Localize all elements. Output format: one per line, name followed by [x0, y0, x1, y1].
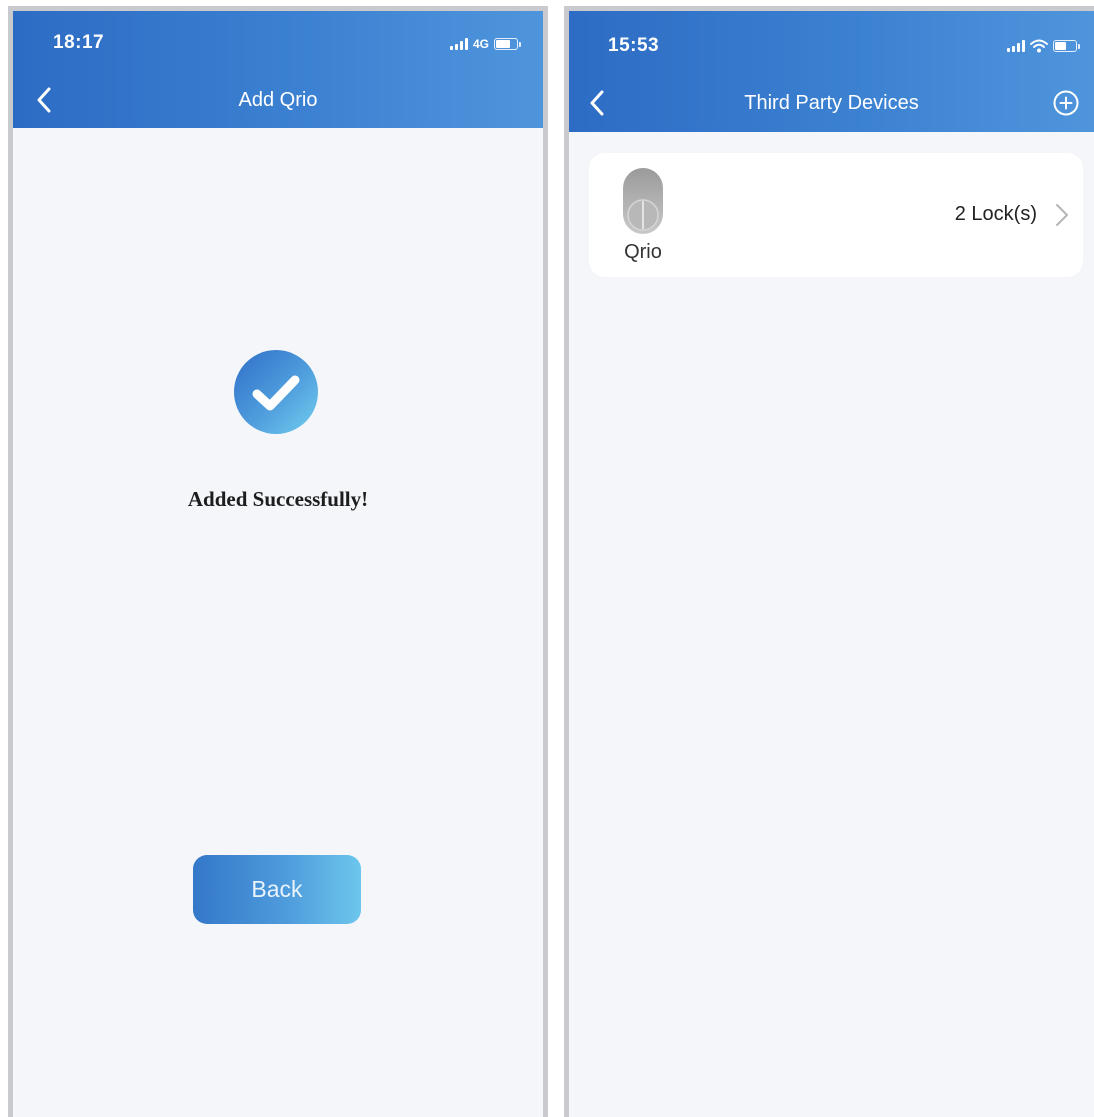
status-indicators: 4G: [449, 35, 521, 53]
back-button[interactable]: Back: [193, 855, 361, 924]
third-party-devices-screen: 15:53 Third Party Devices Qrio 2 Lock(s): [564, 6, 1094, 1117]
wifi-icon: [1030, 39, 1048, 53]
device-name: Qrio: [624, 241, 662, 263]
header: 15:53 Third Party Devices: [569, 11, 1094, 132]
network-label: 4G: [472, 37, 489, 51]
header: 18:17 4G Add Qrio: [13, 11, 543, 128]
chevron-right-icon: [1056, 204, 1068, 226]
signal-icon: [1007, 40, 1025, 52]
page-title: Third Party Devices: [744, 92, 919, 114]
status-indicators: [1007, 37, 1080, 55]
lock-icon: [623, 168, 663, 234]
device-item-qrio[interactable]: Qrio 2 Lock(s): [589, 153, 1083, 277]
battery-icon: [494, 38, 521, 50]
signal-icon: [449, 38, 468, 50]
battery-icon: [1053, 40, 1080, 52]
add-qrio-screen: 18:17 4G Add Qrio Added Successfully! Ba…: [8, 6, 548, 1117]
device-count: 2 Lock(s): [954, 203, 1037, 225]
checkmark-icon: [234, 350, 318, 434]
status-time: 15:53: [608, 35, 660, 56]
success-message: Added Successfully!: [187, 487, 369, 511]
page-title: Add Qrio: [238, 89, 318, 111]
status-time: 18:17: [53, 32, 105, 53]
add-circle-icon[interactable]: [1052, 89, 1080, 117]
